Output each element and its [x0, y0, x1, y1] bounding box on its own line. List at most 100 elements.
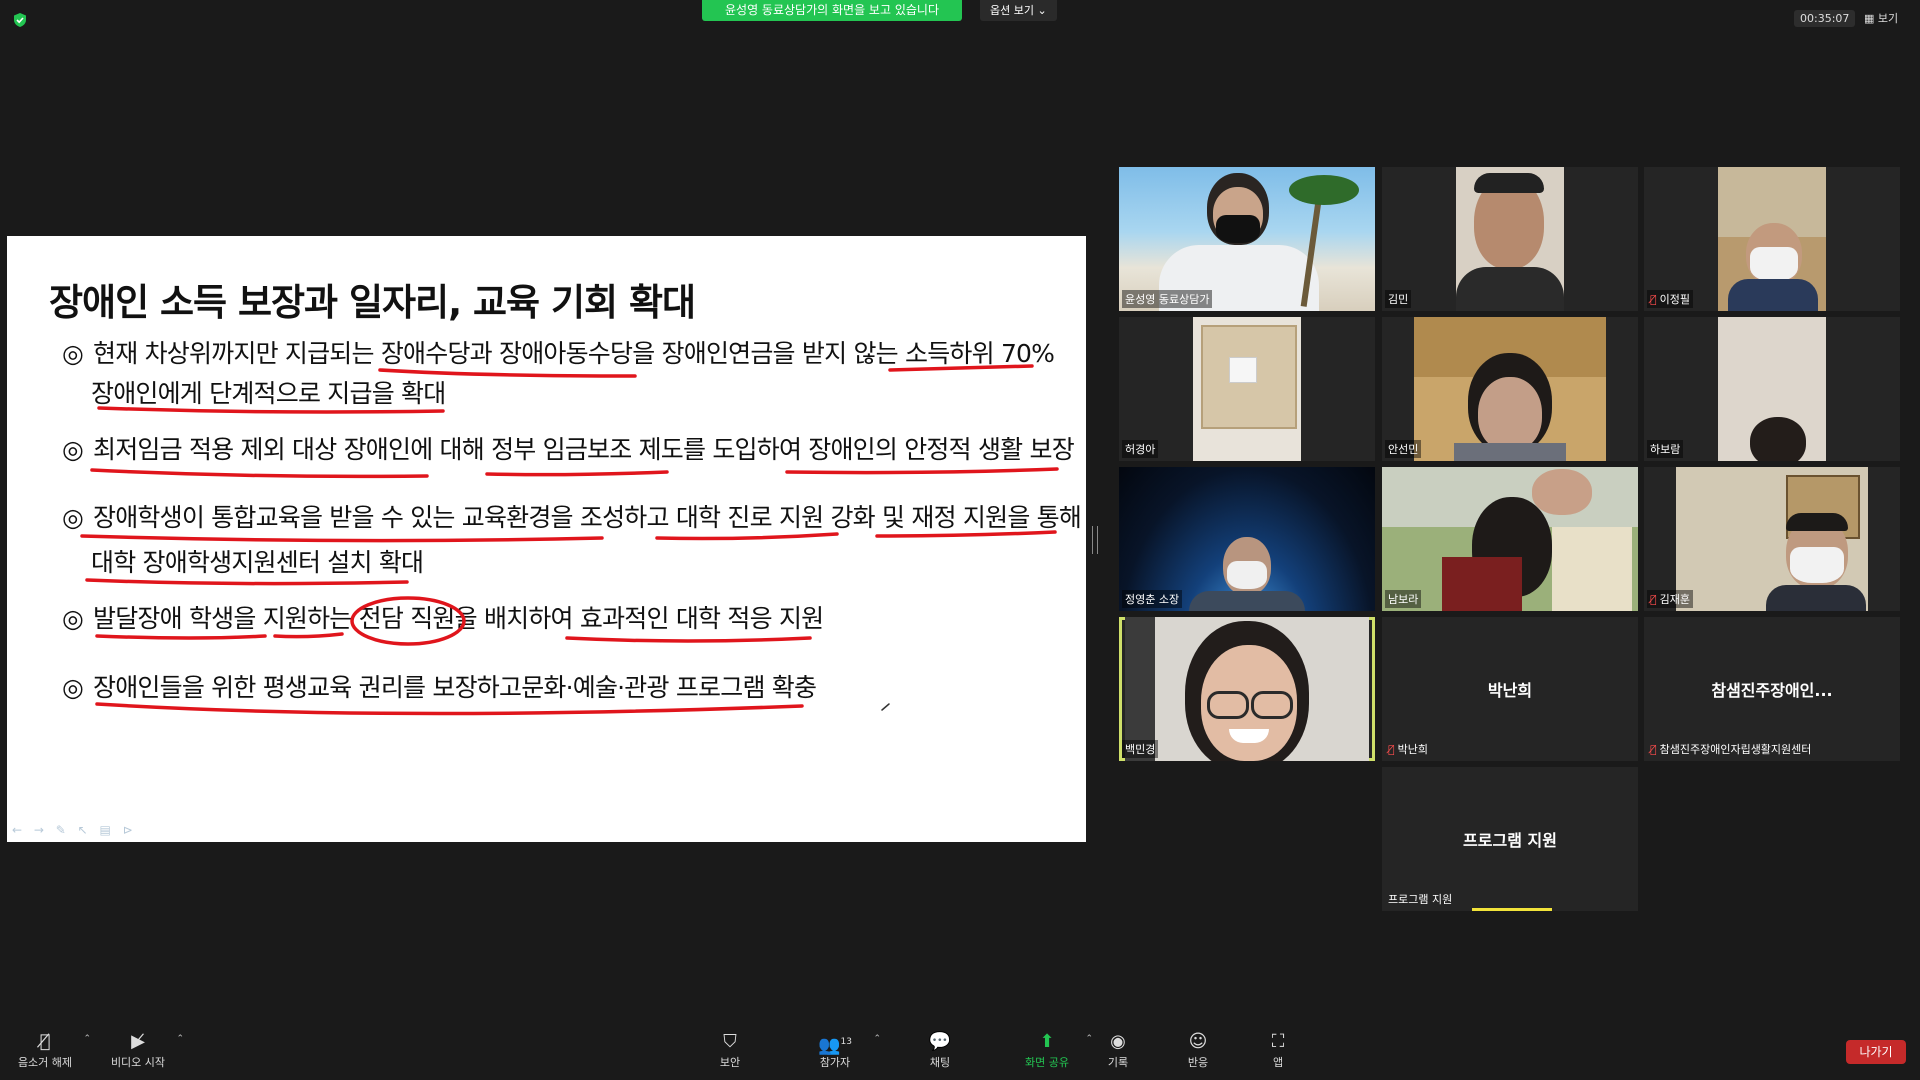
view-toggle-label: 보기 — [1877, 12, 1899, 25]
unmute-label: 음소거 해제 — [17, 1056, 73, 1069]
video-off-icon: ▶̸ — [131, 1031, 145, 1052]
share-screen-label: 화면 공유 — [1025, 1056, 1069, 1069]
chat-button[interactable]: 💬 채팅 — [900, 1030, 980, 1070]
participant-tile-no-video[interactable]: 참샘진주장애인... 🎙̸ 참샘진주장애인자립생활지원센터 — [1644, 617, 1900, 761]
palm-leaves — [1289, 175, 1359, 205]
participants-count: 13 — [840, 1037, 852, 1047]
participant-tile[interactable]: 🎙̸ 김재훈 — [1644, 467, 1900, 611]
security-button[interactable]: ⛉ 보안 — [690, 1030, 770, 1070]
participants-icon: 👥13 — [818, 1035, 852, 1056]
annotation-circle — [350, 596, 466, 646]
annotation-layer — [80, 364, 1059, 716]
face-mask — [1216, 215, 1260, 243]
participant-name: 참샘진주장애인자립생활지원센터 — [1659, 743, 1812, 756]
participant-tile[interactable]: 정영춘 소장 — [1119, 467, 1375, 611]
leave-meeting-button[interactable]: 나가기 — [1846, 1040, 1906, 1064]
participant-tile[interactable]: 안선민 — [1382, 317, 1638, 461]
participant-video — [1456, 167, 1564, 311]
second-person-face — [1532, 469, 1592, 515]
participant-tile-no-video[interactable]: 박난희 🎙̸ 박난희 — [1382, 617, 1638, 761]
participant-hair — [1750, 417, 1806, 461]
share-screen-button[interactable]: ⬆ 화면 공유 ⌃ — [1007, 1030, 1093, 1070]
participants-label: 참가자 — [819, 1056, 851, 1069]
participant-name: 백민경 — [1122, 740, 1159, 758]
chat-label: 채팅 — [929, 1056, 951, 1069]
annotation-underline — [97, 406, 445, 414]
mic-muted-icon: 🎙̸ — [1650, 293, 1657, 306]
mic-muted-icon: 🎙̸ — [1650, 593, 1657, 606]
participant-video — [1718, 167, 1826, 311]
annotation-underline — [85, 578, 409, 586]
apps-label: 앱 — [1272, 1056, 1284, 1069]
light-switch — [1229, 357, 1257, 383]
apps-button[interactable]: ⛶ 앱 — [1238, 1030, 1318, 1070]
glasses-right — [1251, 691, 1293, 719]
participant-tile[interactable]: 남보라 — [1382, 467, 1638, 611]
reactions-button[interactable]: ☺ 반응 — [1158, 1030, 1238, 1070]
participants-button[interactable]: 👥13 참가자 ⌃ — [795, 1030, 881, 1070]
annotation-underline — [655, 532, 839, 541]
view-options-dropdown[interactable]: 옵션 보기 ⌄ — [980, 0, 1057, 21]
annotation-underline — [485, 470, 669, 477]
unmute-button[interactable]: 🎙̸ 음소거 해제 ⌃ — [5, 1030, 91, 1070]
annotation-underline — [785, 467, 1059, 475]
participant-clothes — [1766, 585, 1866, 611]
mic-muted-icon: 🎙̸ — [1388, 743, 1395, 756]
participant-name-label: 🎙̸ 김재훈 — [1647, 590, 1693, 608]
participant-face — [1478, 377, 1542, 451]
participant-display-name: 참샘진주장애인... — [1711, 681, 1833, 700]
participant-name-label: 🎙̸ 참샘진주장애인자립생활지원센터 — [1647, 740, 1814, 758]
participant-tile[interactable]: 🎙̸ 이정필 — [1644, 167, 1900, 311]
meeting-timer: 00:35:07 — [1794, 10, 1856, 27]
participant-tile[interactable]: 허경아 — [1119, 317, 1375, 461]
participant-clothes — [1454, 443, 1566, 461]
apps-icon: ⛶ — [1271, 1031, 1285, 1052]
record-label: 기록 — [1107, 1056, 1129, 1069]
participant-name-label: 🎙̸ 박난희 — [1385, 740, 1431, 758]
annotation-underline — [888, 364, 1034, 372]
mic-muted-icon: 🎙̸ — [1650, 743, 1657, 756]
participant-tile[interactable]: 하보람 — [1644, 317, 1900, 461]
video-options-caret[interactable]: ⌃ — [176, 1034, 184, 1044]
participants-options-caret[interactable]: ⌃ — [873, 1034, 881, 1044]
screen-share-banner: 윤성영 동료상담가의 화면을 보고 있습니다 — [702, 0, 962, 21]
participant-display-name: 프로그램 지원 — [1463, 831, 1557, 850]
participant-display-name: 박난희 — [1487, 681, 1533, 700]
start-video-button[interactable]: ▶̸ 비디오 시작 ⌃ — [98, 1030, 184, 1070]
annotation-tools[interactable]: ← → ✎ ↖ ▤ ⊳ — [12, 823, 137, 837]
annotation-underline — [565, 636, 812, 643]
security-shield-icon[interactable] — [12, 12, 28, 28]
view-toggle-button[interactable]: ▦ 보기 — [1864, 10, 1898, 26]
shared-screen-slide: 장애인 소득 보장과 일자리, 교육 기회 확대 ◎ 현재 차상위까지만 지급되는… — [7, 236, 1086, 842]
annotation-underline — [95, 702, 804, 716]
participant-tile-no-video[interactable]: 프로그램 지원 프로그램 지원 — [1382, 767, 1638, 911]
participant-video — [1414, 317, 1606, 461]
audio-options-caret[interactable]: ⌃ — [83, 1034, 91, 1044]
participant-clothes — [1456, 267, 1564, 311]
annotation-underline — [90, 468, 429, 479]
participant-hair — [1786, 513, 1848, 531]
panel-splitter-handle[interactable] — [1092, 526, 1098, 554]
participant-name: 안선민 — [1385, 440, 1422, 458]
participant-tile[interactable]: 김민 — [1382, 167, 1638, 311]
glasses-left — [1207, 691, 1249, 719]
annotation-underline — [875, 530, 1057, 538]
participant-name: 하보람 — [1647, 440, 1684, 458]
annotation-stroke — [881, 703, 890, 711]
participant-tile-active-speaker[interactable]: 백민경 — [1119, 617, 1375, 761]
participant-video — [1676, 467, 1868, 611]
shield-icon: ⛉ — [723, 1031, 737, 1052]
participant-name: 김재훈 — [1659, 593, 1690, 606]
record-button[interactable]: ◉ 기록 — [1078, 1030, 1158, 1070]
participant-clothes — [1442, 557, 1522, 611]
participant-video — [1125, 617, 1369, 761]
start-video-label: 비디오 시작 — [110, 1056, 166, 1069]
participant-video — [1193, 317, 1301, 461]
participant-name: 박난희 — [1397, 743, 1428, 756]
participant-tile[interactable]: 윤성영 동료상담가 — [1119, 167, 1375, 311]
participant-name: 허경아 — [1122, 440, 1159, 458]
record-icon: ◉ — [1110, 1031, 1126, 1052]
reaction-icon: ☺ — [1188, 1031, 1208, 1052]
face-mask — [1227, 561, 1267, 589]
face-mask — [1750, 247, 1798, 281]
